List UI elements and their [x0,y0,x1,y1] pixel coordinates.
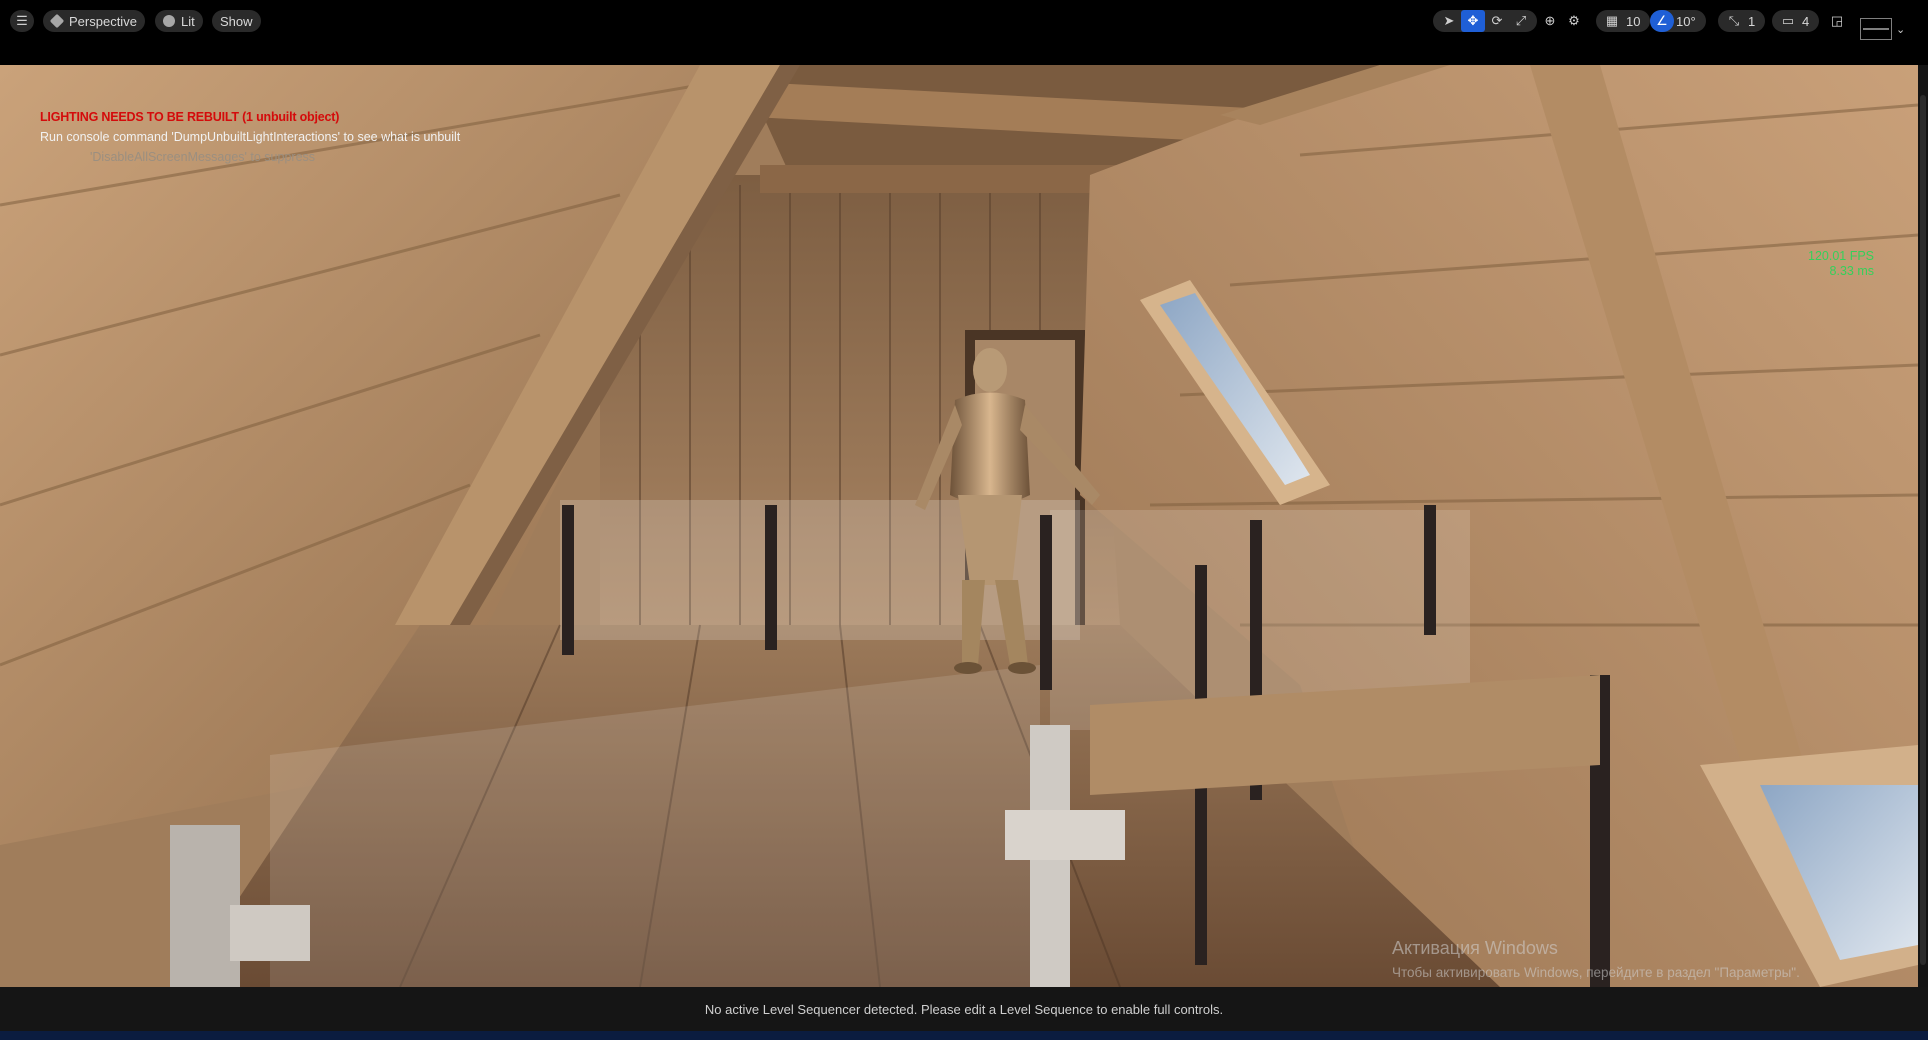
surface-snap-icon: ⚙ [1568,13,1580,28]
surface-snap-button[interactable]: ⚙ [1562,10,1586,32]
world-local-button[interactable]: ⊕ [1538,10,1562,32]
layout-icon [1863,28,1889,30]
cube-icon [49,13,65,29]
perspective-label: Perspective [69,13,137,29]
sequencer-message: No active Level Sequencer detected. Plea… [704,1001,1224,1017]
maximize-viewport-button[interactable]: ◲ [1825,10,1849,32]
show-label: Show [220,13,253,29]
select-arrow-icon: ➤ [1443,13,1455,28]
maximize-viewport-icon: ◲ [1830,13,1844,28]
viewport-toolbar: ☰ Perspective Lit Show ➤ ✥ ⟳ ⤢ ⊕ ⚙ ▦ 10 … [0,0,1928,65]
view-mode-label: Lit [181,13,195,29]
sequencer-status-bar: No active Level Sequencer detected. Plea… [0,987,1928,1031]
layout-button[interactable] [1860,18,1892,40]
dropdown-chevron-icon[interactable]: ⌄ [1896,23,1905,36]
suppress-hint: 'DisableAllScreenMessages' to suppress [90,150,316,164]
stats-overlay: 120.01 FPS 8.33 ms [1808,249,1874,279]
lit-sphere-icon [163,15,175,27]
coordinate-tools: ⊕ ⚙ [1538,10,1586,32]
scale-snap-group: ⤡ 1 [1718,10,1766,32]
watermark-subtitle: Чтобы активировать Windows, перейдите в … [1392,965,1800,980]
scrollbar-thumb[interactable] [1920,95,1926,965]
world-local-icon: ⊕ [1544,13,1556,28]
scale-mode-button[interactable]: ⤢ [1509,10,1533,32]
angle-icon: ∠ [1656,13,1668,28]
frame-time-readout: 8.33 ms [1829,264,1875,278]
hamburger-menu-icon: ☰ [16,13,28,28]
scale-snap-button[interactable]: ⤡ [1722,10,1746,32]
rotate-icon: ⟳ [1491,13,1503,28]
taskbar-strip [0,1031,1928,1040]
grid-snap-value[interactable]: 10 [1624,14,1646,29]
rotate-mode-button[interactable]: ⟳ [1485,10,1509,32]
rotation-snap-button[interactable]: ∠ [1650,10,1674,32]
grid-snap-button[interactable]: ▦ [1600,10,1624,32]
move-mode-button[interactable]: ✥ [1461,10,1485,32]
view-mode-button[interactable]: Lit [155,10,203,32]
layout-group: ⌄ [1860,18,1905,40]
select-mode-button[interactable]: ➤ [1437,10,1461,32]
transform-tools: ➤ ✥ ⟳ ⤢ [1433,10,1537,32]
scale-snap-value[interactable]: 1 [1746,14,1761,29]
scale-icon: ⤢ [1515,13,1527,28]
lighting-warning: LIGHTING NEEDS TO BE REBUILT (1 unbuilt … [40,110,340,124]
show-button[interactable]: Show [212,10,261,32]
console-hint: Run console command 'DumpUnbuiltLightInt… [40,130,461,144]
camera-speed-button[interactable]: ▭ [1776,10,1800,32]
viewport-options-button[interactable]: ☰ [10,10,34,32]
rotation-snap-value[interactable]: 10° [1674,14,1702,29]
camera-speed-value[interactable]: 4 [1800,14,1815,29]
scale-snap-icon: ⤡ [1728,13,1740,28]
rotation-snap-group: ∠ 10° [1650,10,1706,32]
maximize-group: ◲ [1825,10,1849,32]
perspective-button[interactable]: Perspective [43,10,145,32]
viewport-scrollbar[interactable] [1918,65,1928,987]
grid-snap-group: ▦ 10 [1596,10,1651,32]
move-icon: ✥ [1467,13,1479,28]
level-viewport[interactable]: LIGHTING NEEDS TO BE REBUILT (1 unbuilt … [0,65,1918,987]
windows-activation-watermark: Активация Windows Чтобы активировать Win… [1392,938,1800,980]
camera-speed-group: ▭ 4 [1772,10,1820,32]
camera-icon: ▭ [1781,13,1795,28]
fps-readout: 120.01 FPS [1808,249,1875,263]
scene-render [0,65,1918,987]
watermark-title: Активация Windows [1392,938,1558,958]
grid-icon: ▦ [1605,13,1619,28]
